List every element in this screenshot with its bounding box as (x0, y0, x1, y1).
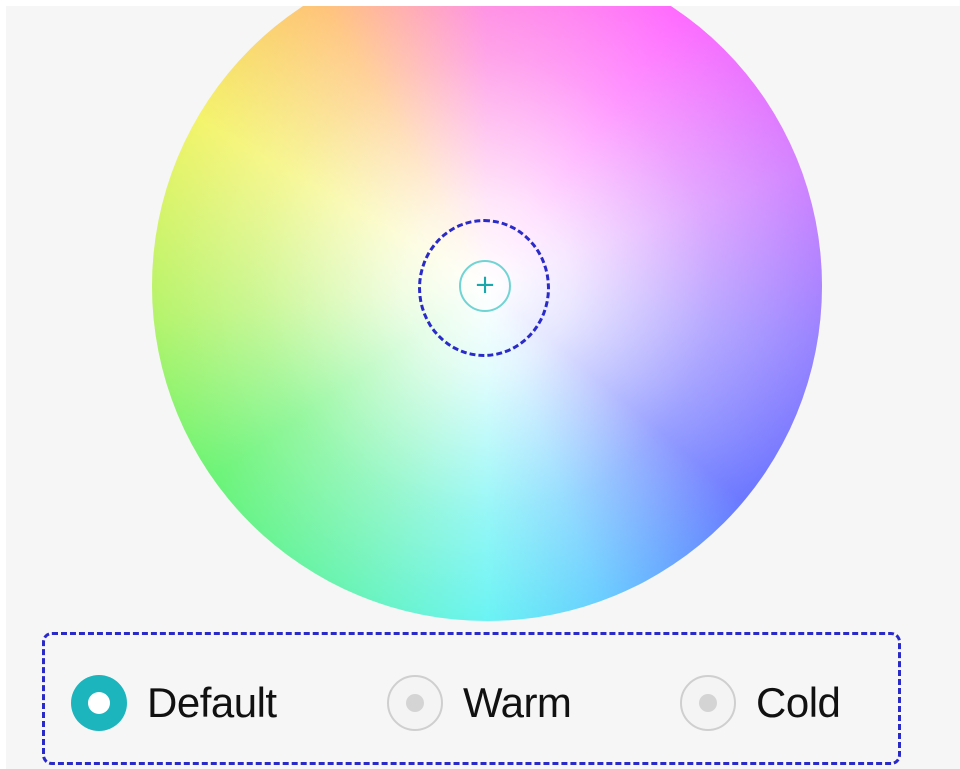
radio-unselected-icon[interactable] (680, 675, 736, 731)
color-picker-screen: + Default Warm Cold (6, 6, 960, 769)
mode-label-warm: Warm (463, 679, 572, 726)
radio-center (88, 692, 110, 714)
radio-center (699, 694, 717, 712)
radio-center (406, 694, 424, 712)
color-picker-handle[interactable]: + (459, 260, 511, 312)
mode-option-default[interactable]: Default (71, 675, 277, 731)
mode-option-cold[interactable]: Cold (680, 675, 841, 731)
radio-selected-icon[interactable] (71, 675, 127, 731)
plus-icon: + (474, 270, 496, 300)
mode-option-warm[interactable]: Warm (387, 675, 572, 731)
mode-radio-group: Default Warm Cold (42, 632, 901, 765)
mode-label-default: Default (147, 679, 277, 726)
radio-unselected-icon[interactable] (387, 675, 443, 731)
mode-label-cold: Cold (756, 679, 841, 726)
